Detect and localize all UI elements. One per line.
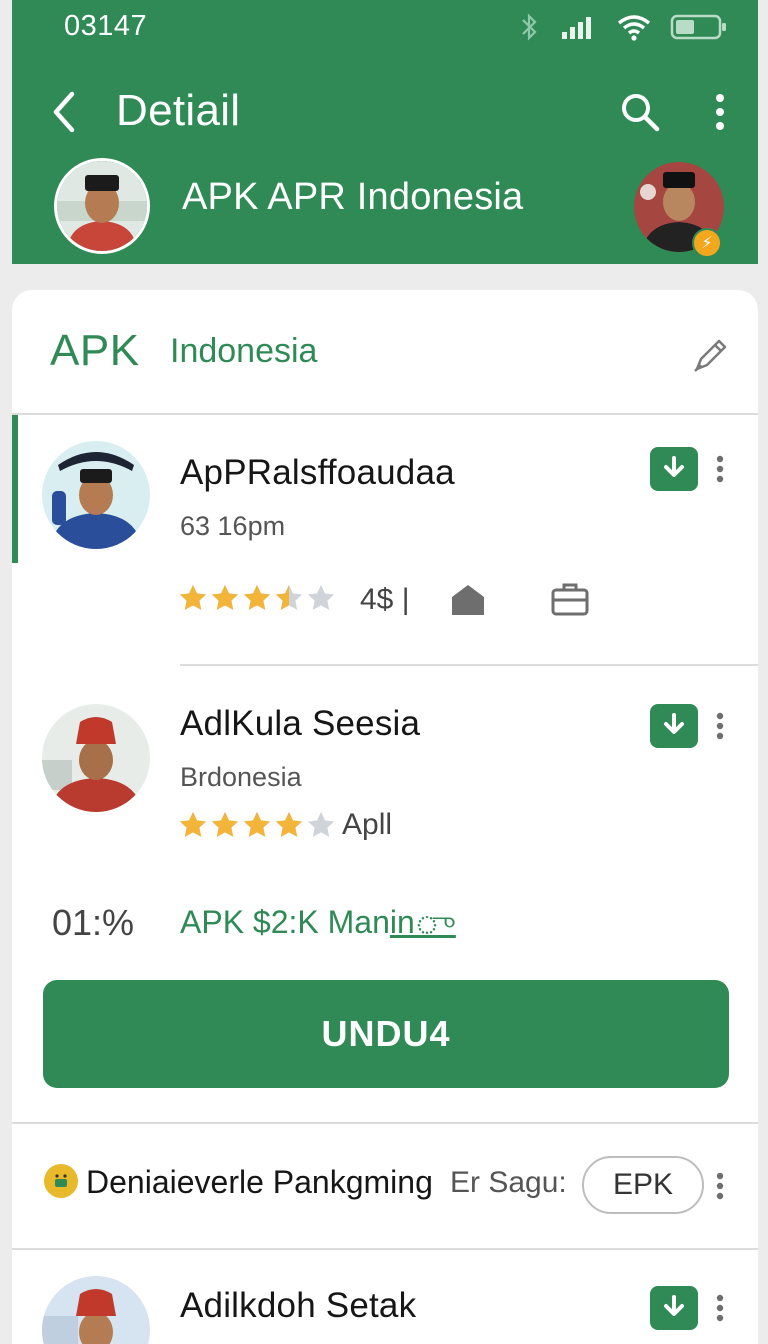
- back-arrow-icon: [53, 91, 75, 133]
- stats-link[interactable]: APK $2:K Maninு: [180, 904, 456, 945]
- star-icon: [243, 811, 271, 837]
- list-item[interactable]: Adilkdoh Setak: [12, 1250, 758, 1344]
- download-icon: [664, 456, 684, 477]
- profile-avatar[interactable]: [54, 158, 150, 254]
- rating-stars: [178, 583, 336, 613]
- row-menu-button[interactable]: [710, 1164, 730, 1208]
- section-header: APK Indonesia: [12, 290, 758, 414]
- star-icon: [179, 811, 207, 837]
- item-subtitle: 63 16pm: [180, 511, 286, 541]
- detail-card: APK Indonesia ApPRalsffoaudaa 63 16pm 4$…: [12, 290, 758, 1344]
- item-title: ApPRalsffoaudaa: [180, 453, 455, 492]
- search-button[interactable]: [614, 86, 666, 138]
- download-button[interactable]: [650, 447, 698, 491]
- info-text: Deniaieverle Pankgming: [86, 1164, 433, 1200]
- more-vert-icon: [716, 1294, 724, 1322]
- item-avatar: [42, 704, 150, 812]
- search-icon: [622, 94, 660, 132]
- stats-link-text: APK $2:K Man: [180, 904, 390, 940]
- star-icon: [307, 584, 335, 610]
- wifi-icon: [617, 15, 651, 41]
- rating-text: Apll: [342, 808, 393, 841]
- more-vert-icon: [716, 455, 724, 483]
- info-row: Deniaieverle Pankgming Er Sagu: EPK: [12, 1152, 758, 1222]
- list-item[interactable]: AdlKula Seesia Brdonesia Apll: [12, 666, 758, 866]
- divider: [12, 1122, 758, 1124]
- pen-icon: [694, 339, 727, 372]
- more-vert-icon: [716, 1172, 724, 1200]
- item-menu-button[interactable]: [710, 447, 730, 491]
- more-vert-icon: [716, 94, 724, 130]
- page-title: Detiail: [116, 86, 241, 135]
- rating-text: 4$ |: [360, 583, 410, 616]
- star-icon: [211, 584, 239, 610]
- overflow-menu-button[interactable]: [702, 86, 738, 138]
- download-button[interactable]: [650, 704, 698, 748]
- download-button[interactable]: [650, 1286, 698, 1330]
- briefcase-icon[interactable]: [548, 579, 592, 619]
- item-menu-button[interactable]: [710, 704, 730, 748]
- bluetooth-icon: [522, 13, 537, 41]
- item-avatar: [42, 1276, 150, 1344]
- item-title: AdlKula Seesia: [180, 704, 421, 743]
- item-subtitle: Brdonesia: [180, 762, 302, 792]
- download-icon: [664, 1295, 684, 1316]
- star-icon: [307, 811, 335, 837]
- home-icon[interactable]: [446, 579, 490, 619]
- download-primary-button[interactable]: UNDU4: [43, 980, 729, 1088]
- star-icon: [275, 584, 303, 610]
- app-bar: 03147 Detiail APK APR Indonesia ⚡: [12, 0, 758, 264]
- percent-value: 01:%: [52, 902, 135, 943]
- download-icon: [664, 713, 684, 734]
- star-icon: [179, 584, 207, 610]
- status-icons: [516, 12, 728, 42]
- star-icon: [211, 811, 239, 837]
- item-title: Adilkdoh Setak: [180, 1286, 417, 1325]
- rating-stars: [178, 810, 336, 840]
- edit-button[interactable]: [688, 332, 734, 378]
- star-icon: [275, 811, 303, 837]
- section-label: APK: [50, 326, 140, 375]
- star-icon: [243, 584, 271, 610]
- info-side-text: Er Sagu:: [450, 1166, 567, 1199]
- status-time: 03147: [64, 10, 148, 42]
- section-country: Indonesia: [170, 332, 318, 370]
- item-avatar: [42, 441, 150, 549]
- list-item[interactable]: ApPRalsffoaudaa 63 16pm 4$ |: [12, 415, 758, 665]
- battery-icon: [670, 14, 726, 40]
- verified-badge: ⚡: [692, 228, 722, 258]
- item-menu-button[interactable]: [710, 1286, 730, 1330]
- back-button[interactable]: [42, 86, 86, 138]
- more-vert-icon: [716, 712, 724, 740]
- stats-link-suffix: inு: [389, 904, 456, 940]
- epk-chip[interactable]: EPK: [582, 1156, 704, 1214]
- emoji-icon: [44, 1164, 78, 1198]
- active-indicator: [12, 415, 18, 563]
- signal-icon: [562, 17, 591, 39]
- profile-name: APK APR Indonesia: [182, 176, 524, 218]
